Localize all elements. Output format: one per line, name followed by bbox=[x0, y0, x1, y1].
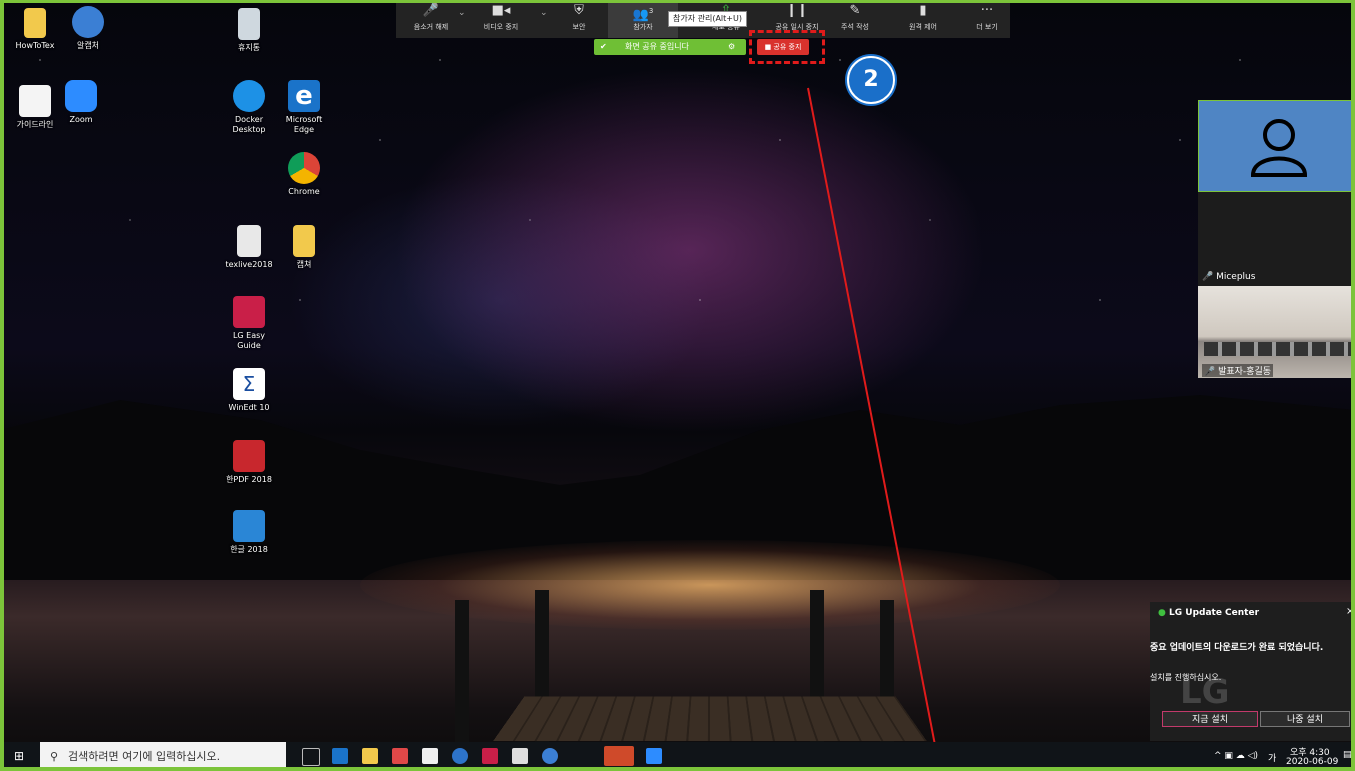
shield-icon: ⛨ bbox=[574, 3, 584, 18]
notification-center-icon[interactable]: ▤ bbox=[1343, 750, 1352, 760]
more-icon: ··· bbox=[980, 3, 994, 18]
participant-name-miceplus: 🎤 Miceplus bbox=[1202, 272, 1256, 282]
pier-post bbox=[455, 600, 469, 742]
folder-icon bbox=[24, 8, 46, 38]
app-icon[interactable] bbox=[392, 748, 408, 764]
taskbar-search-input[interactable]: ⚲ 검색하려면 여기에 입력하십시오. bbox=[40, 742, 286, 771]
remote-control-button[interactable]: ▮ 원격 제어 bbox=[888, 0, 958, 38]
file-explorer-icon[interactable] bbox=[362, 748, 378, 764]
docker-icon bbox=[233, 80, 265, 112]
desktop-icon-alcapture[interactable]: 알캡처 bbox=[53, 6, 123, 51]
internet-explorer-icon[interactable] bbox=[452, 748, 468, 764]
desktop-icon-winedt[interactable]: Σ WinEdt 10 bbox=[214, 368, 284, 413]
participants-tooltip: 참가자 관리(Alt+U) bbox=[668, 11, 747, 27]
share-options-icon[interactable]: ⚙ bbox=[728, 39, 735, 55]
video-panel: 🎤 Miceplus 🎤 발표자-홍길동 bbox=[1198, 100, 1355, 378]
video-icon: ■◂ bbox=[491, 3, 511, 18]
mouse-icon: ▮ bbox=[919, 3, 927, 18]
pencil-icon: ✎ bbox=[849, 3, 861, 18]
edge-icon[interactable] bbox=[332, 748, 348, 764]
desktop-icon-recycle-bin[interactable]: 휴지통 bbox=[214, 8, 284, 53]
winedt-icon: Σ bbox=[233, 368, 265, 400]
starry-sky bbox=[0, 0, 1355, 420]
desktop-icon-hangul[interactable]: 한글 2018 bbox=[214, 510, 284, 555]
annotate-button[interactable]: ✎ 주석 작성 bbox=[820, 0, 890, 38]
lg-guide-icon[interactable] bbox=[482, 748, 498, 764]
stop-share-highlight bbox=[749, 30, 825, 64]
notification-title: 중요 업데이트의 다운로드가 완료 되었습니다. bbox=[1150, 643, 1324, 653]
task-view-icon[interactable] bbox=[302, 748, 320, 766]
folder-icon bbox=[293, 225, 315, 257]
screen-sharing-status[interactable]: ✔ 화면 공유 중입니다 ⚙ bbox=[594, 39, 746, 55]
install-now-button[interactable]: 지금 설치 bbox=[1162, 711, 1258, 727]
user-avatar-icon bbox=[1250, 119, 1308, 177]
photo-frames bbox=[1204, 342, 1354, 356]
recycle-bin-icon bbox=[238, 8, 260, 40]
install-later-button[interactable]: 나중 설치 bbox=[1260, 711, 1350, 727]
zoom-icon bbox=[65, 80, 97, 112]
unmute-button[interactable]: 🎤 음소거 해제 bbox=[396, 0, 466, 38]
more-button[interactable]: ··· 더 보기 bbox=[952, 0, 1022, 38]
mail-icon[interactable] bbox=[512, 748, 528, 764]
ime-indicator[interactable]: 가 bbox=[1268, 751, 1276, 764]
stop-video-button[interactable]: ■◂ 비디오 중지 bbox=[466, 0, 536, 38]
file-icon bbox=[237, 225, 261, 257]
participant-video-tile[interactable] bbox=[1198, 100, 1355, 192]
desktop-icon-hanpdf[interactable]: 한PDF 2018 bbox=[214, 440, 284, 485]
powerpoint-icon[interactable] bbox=[604, 746, 634, 766]
audio-options-chevron-icon[interactable]: ⌄ bbox=[458, 8, 466, 18]
step-marker: 2 bbox=[847, 56, 895, 104]
security-button[interactable]: ⛨ 보안 bbox=[544, 0, 614, 38]
chrome-icon bbox=[288, 152, 320, 184]
lg-update-icon: ● bbox=[1158, 608, 1166, 618]
hanpdf-icon bbox=[233, 440, 265, 472]
mic-muted-icon: 🎤 bbox=[422, 3, 440, 18]
mic-muted-icon: 🎤 bbox=[1204, 367, 1216, 377]
notification-app: ● LG Update Center bbox=[1158, 608, 1260, 618]
search-icon: ⚲ bbox=[50, 750, 59, 763]
windows-start-icon[interactable]: ⊞ bbox=[14, 749, 24, 763]
alcapture-icon bbox=[72, 6, 104, 38]
wooden-dock bbox=[493, 696, 927, 741]
taskbar: ⊞ ⚲ 검색하려면 여기에 입력하십시오. ^ ▣ ☁ ◁) 가 오후 4:30… bbox=[0, 742, 1355, 771]
share-status-icon: ✔ bbox=[600, 42, 607, 51]
alcapture-icon[interactable] bbox=[542, 748, 558, 764]
desktop-icon-capture-folder[interactable]: 캡쳐 bbox=[269, 225, 339, 270]
notification-message: 설치를 진행하십시오. bbox=[1150, 673, 1222, 682]
zoom-icon[interactable] bbox=[646, 748, 662, 764]
desktop-icon-chrome[interactable]: Chrome bbox=[269, 152, 339, 197]
share-status-label: 화면 공유 중입니다 bbox=[625, 42, 689, 51]
desktop-icon-edge[interactable]: e Microsoft Edge bbox=[269, 80, 339, 135]
lg-guide-icon bbox=[233, 296, 265, 328]
participant-name-presenter: 🎤 발표자-홍길동 bbox=[1202, 364, 1274, 377]
notification-close-button[interactable]: × bbox=[1346, 606, 1354, 617]
mic-muted-icon: 🎤 bbox=[1202, 272, 1214, 282]
desktop-icon-lg-easy-guide[interactable]: LG Easy Guide bbox=[214, 296, 284, 351]
hangul-icon bbox=[233, 510, 265, 542]
tray-icons[interactable]: ^ ▣ ☁ ◁) bbox=[1214, 751, 1258, 761]
desktop-icon-zoom[interactable]: Zoom bbox=[46, 80, 116, 125]
clock-date[interactable]: 2020-06-09 bbox=[1286, 757, 1338, 767]
lg-update-notification: LG ● LG Update Center × 중요 업데이트의 다운로드가 완… bbox=[1150, 602, 1355, 741]
participants-count: 3 bbox=[648, 7, 654, 15]
edge-icon: e bbox=[288, 80, 320, 112]
store-icon[interactable] bbox=[422, 748, 438, 764]
